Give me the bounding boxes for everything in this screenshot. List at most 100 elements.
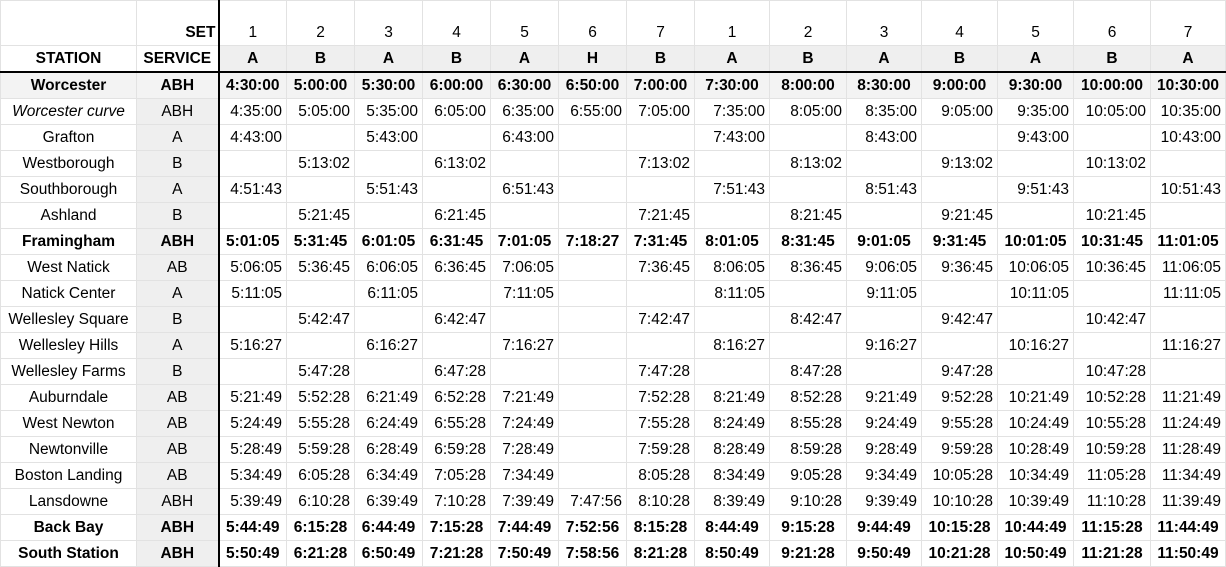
- set-number-cell[interactable]: 7: [1150, 0, 1226, 46]
- service-type-cell[interactable]: A: [1150, 45, 1226, 73]
- departure-time-cell[interactable]: [286, 176, 355, 203]
- departure-time-cell[interactable]: 10:05:00: [1073, 98, 1151, 125]
- departure-time-cell[interactable]: 11:11:05: [1150, 280, 1226, 307]
- departure-time-cell[interactable]: 5:01:05: [218, 228, 287, 255]
- departure-time-cell[interactable]: [422, 124, 491, 151]
- set-number-cell[interactable]: 5: [997, 0, 1074, 46]
- departure-time-cell[interactable]: 7:28:49: [490, 436, 559, 463]
- departure-time-cell[interactable]: [1150, 306, 1226, 333]
- departure-time-cell[interactable]: 9:51:43: [997, 176, 1074, 203]
- departure-time-cell[interactable]: [354, 306, 423, 333]
- station-name-cell[interactable]: Southborough: [0, 176, 137, 203]
- departure-time-cell[interactable]: 8:43:00: [846, 124, 922, 151]
- departure-time-cell[interactable]: [354, 202, 423, 229]
- departure-time-cell[interactable]: [422, 176, 491, 203]
- departure-time-cell[interactable]: 10:35:00: [1150, 98, 1226, 125]
- departure-time-cell[interactable]: 6:43:00: [490, 124, 559, 151]
- departure-time-cell[interactable]: 8:52:28: [769, 384, 847, 411]
- departure-time-cell[interactable]: 11:44:49: [1150, 514, 1226, 541]
- station-name-cell[interactable]: Worcester: [0, 71, 137, 99]
- departure-time-cell[interactable]: 9:34:49: [846, 462, 922, 489]
- departure-time-cell[interactable]: 7:52:56: [558, 514, 627, 541]
- departure-time-cell[interactable]: [921, 176, 998, 203]
- departure-time-cell[interactable]: 7:31:45: [626, 228, 695, 255]
- departure-time-cell[interactable]: 6:21:45: [422, 202, 491, 229]
- departure-time-cell[interactable]: [218, 306, 287, 333]
- service-type-cell[interactable]: B: [626, 45, 695, 73]
- departure-time-cell[interactable]: [769, 176, 847, 203]
- departure-time-cell[interactable]: [997, 306, 1074, 333]
- departure-time-cell[interactable]: 5:11:05: [218, 280, 287, 307]
- departure-time-cell[interactable]: 4:35:00: [218, 98, 287, 125]
- departure-time-cell[interactable]: 7:43:00: [694, 124, 770, 151]
- departure-time-cell[interactable]: 8:55:28: [769, 410, 847, 437]
- departure-time-cell[interactable]: 6:42:47: [422, 306, 491, 333]
- departure-time-cell[interactable]: 5:47:28: [286, 358, 355, 385]
- departure-time-cell[interactable]: 7:21:49: [490, 384, 559, 411]
- departure-time-cell[interactable]: 9:55:28: [921, 410, 998, 437]
- departure-time-cell[interactable]: 10:34:49: [997, 462, 1074, 489]
- departure-time-cell[interactable]: 10:15:28: [921, 514, 998, 541]
- departure-time-cell[interactable]: 6:59:28: [422, 436, 491, 463]
- departure-time-cell[interactable]: 5:34:49: [218, 462, 287, 489]
- departure-time-cell[interactable]: 9:24:49: [846, 410, 922, 437]
- departure-time-cell[interactable]: 11:24:49: [1150, 410, 1226, 437]
- departure-time-cell[interactable]: 6:00:00: [422, 71, 491, 99]
- departure-time-cell[interactable]: 8:16:27: [694, 332, 770, 359]
- station-name-cell[interactable]: Back Bay: [0, 514, 137, 541]
- departure-time-cell[interactable]: 8:24:49: [694, 410, 770, 437]
- departure-time-cell[interactable]: 10:39:49: [997, 488, 1074, 515]
- departure-time-cell[interactable]: 8:51:43: [846, 176, 922, 203]
- departure-time-cell[interactable]: 9:35:00: [997, 98, 1074, 125]
- station-service-cell[interactable]: B: [136, 202, 220, 229]
- departure-time-cell[interactable]: 7:34:49: [490, 462, 559, 489]
- corner-cell[interactable]: [0, 0, 137, 46]
- departure-time-cell[interactable]: [997, 202, 1074, 229]
- departure-time-cell[interactable]: 11:01:05: [1150, 228, 1226, 255]
- departure-time-cell[interactable]: 5:44:49: [218, 514, 287, 541]
- station-name-cell[interactable]: Worcester curve: [0, 98, 137, 125]
- station-name-cell[interactable]: Wellesley Square: [0, 306, 137, 333]
- departure-time-cell[interactable]: 8:21:45: [769, 202, 847, 229]
- departure-time-cell[interactable]: 8:21:49: [694, 384, 770, 411]
- departure-time-cell[interactable]: 5:51:43: [354, 176, 423, 203]
- departure-time-cell[interactable]: 11:05:28: [1073, 462, 1151, 489]
- departure-time-cell[interactable]: 8:01:05: [694, 228, 770, 255]
- departure-time-cell[interactable]: 10:00:00: [1073, 71, 1151, 99]
- departure-time-cell[interactable]: 6:21:49: [354, 384, 423, 411]
- service-type-cell[interactable]: A: [997, 45, 1074, 73]
- departure-time-cell[interactable]: 5:52:28: [286, 384, 355, 411]
- departure-time-cell[interactable]: [626, 280, 695, 307]
- departure-time-cell[interactable]: [1150, 358, 1226, 385]
- departure-time-cell[interactable]: 9:15:28: [769, 514, 847, 541]
- departure-time-cell[interactable]: 11:06:05: [1150, 254, 1226, 281]
- departure-time-cell[interactable]: 9:43:00: [997, 124, 1074, 151]
- departure-time-cell[interactable]: 8:11:05: [694, 280, 770, 307]
- departure-time-cell[interactable]: 10:42:47: [1073, 306, 1151, 333]
- set-number-cell[interactable]: 1: [218, 0, 287, 46]
- departure-time-cell[interactable]: 11:21:49: [1150, 384, 1226, 411]
- station-name-cell[interactable]: Auburndale: [0, 384, 137, 411]
- departure-time-cell[interactable]: [490, 150, 559, 177]
- departure-time-cell[interactable]: 5:55:28: [286, 410, 355, 437]
- departure-time-cell[interactable]: [846, 202, 922, 229]
- station-column-header[interactable]: STATION: [0, 45, 137, 73]
- set-number-cell[interactable]: 4: [921, 0, 998, 46]
- departure-time-cell[interactable]: [694, 150, 770, 177]
- departure-time-cell[interactable]: 6:24:49: [354, 410, 423, 437]
- departure-time-cell[interactable]: 7:05:00: [626, 98, 695, 125]
- departure-time-cell[interactable]: 7:00:00: [626, 71, 695, 99]
- departure-time-cell[interactable]: 9:00:00: [921, 71, 998, 99]
- set-number-cell[interactable]: 2: [286, 0, 355, 46]
- departure-time-cell[interactable]: 7:30:00: [694, 71, 770, 99]
- departure-time-cell[interactable]: 9:52:28: [921, 384, 998, 411]
- departure-time-cell[interactable]: 10:30:00: [1150, 71, 1226, 99]
- set-number-cell[interactable]: 1: [694, 0, 770, 46]
- service-type-cell[interactable]: B: [769, 45, 847, 73]
- station-service-cell[interactable]: A: [136, 176, 220, 203]
- departure-time-cell[interactable]: 5:13:02: [286, 150, 355, 177]
- departure-time-cell[interactable]: 5:28:49: [218, 436, 287, 463]
- departure-time-cell[interactable]: [558, 410, 627, 437]
- departure-time-cell[interactable]: 8:30:00: [846, 71, 922, 99]
- departure-time-cell[interactable]: [354, 358, 423, 385]
